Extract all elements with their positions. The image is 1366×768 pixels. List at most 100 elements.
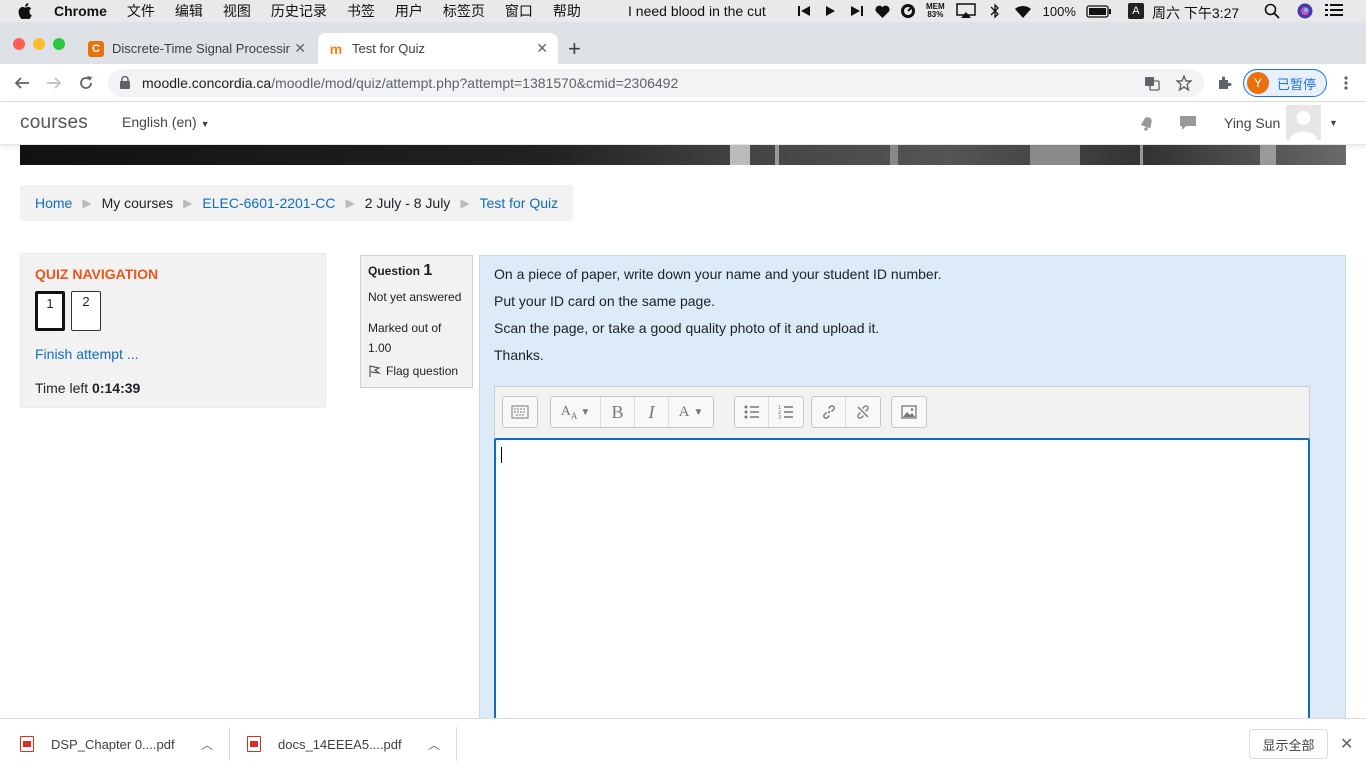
address-bar[interactable]: moodle.concordia.ca/moodle/mod/quiz/atte… xyxy=(108,69,1204,97)
site-name[interactable]: courses xyxy=(20,112,88,134)
italic-icon[interactable]: I xyxy=(635,397,669,427)
chevron-up-icon[interactable]: ︿ xyxy=(428,736,440,753)
breadcrumb-quiz[interactable]: Test for Quiz xyxy=(480,195,559,211)
unlink-icon[interactable] xyxy=(846,397,880,427)
font-color-icon[interactable]: A ▼ xyxy=(669,397,713,427)
time-left-label: Time left xyxy=(35,380,89,396)
question-state: Not yet answered xyxy=(368,290,462,304)
toolbar-group-links xyxy=(811,396,881,428)
battery-icon[interactable] xyxy=(1086,3,1112,19)
airplay-icon[interactable] xyxy=(955,3,977,19)
menu-bookmarks[interactable]: 书签 xyxy=(347,1,375,21)
heart-icon[interactable] xyxy=(874,3,890,19)
chevron-up-icon[interactable]: ︿ xyxy=(201,736,213,753)
profile-avatar: Y xyxy=(1247,72,1269,94)
breadcrumb-home[interactable]: Home xyxy=(35,195,72,211)
toolbar-group-lists: 123 xyxy=(734,396,804,428)
spotlight-search-icon[interactable] xyxy=(1264,3,1280,19)
tab-test-for-quiz[interactable]: m Test for Quiz ✕ xyxy=(318,33,558,64)
chrome-menu-icon[interactable] xyxy=(1336,73,1356,93)
forward-icon[interactable] xyxy=(44,73,64,93)
previous-track-icon[interactable] xyxy=(796,3,812,19)
bookmark-star-icon[interactable] xyxy=(1175,74,1193,92)
menubar-clock[interactable]: 周六 下午3:27 xyxy=(1152,3,1239,23)
user-avatar[interactable] xyxy=(1286,105,1321,140)
next-track-icon[interactable] xyxy=(848,3,864,19)
finish-attempt-link[interactable]: Finish attempt ... xyxy=(35,346,138,362)
flag-question-button[interactable]: Flag question xyxy=(368,364,458,378)
app-name-menu[interactable]: Chrome xyxy=(54,3,107,19)
reload-icon[interactable] xyxy=(76,73,96,93)
url-text[interactable]: moodle.concordia.ca/moodle/mod/quiz/atte… xyxy=(142,75,678,91)
close-downloads-icon[interactable]: ✕ xyxy=(1340,734,1353,754)
menu-tab[interactable]: 标签页 xyxy=(443,1,485,21)
notifications-bell-icon[interactable] xyxy=(1138,114,1156,132)
toolbar-group-media xyxy=(891,396,927,428)
window-close-button[interactable] xyxy=(13,38,25,50)
now-playing-title[interactable]: I need blood in the cut xyxy=(628,3,766,19)
bold-icon[interactable]: B xyxy=(601,397,635,427)
question-nav-button-2[interactable]: 2 xyxy=(71,291,101,331)
question-label: Question xyxy=(368,264,421,278)
control-center-icon[interactable] xyxy=(1325,3,1343,19)
show-more-buttons-icon[interactable] xyxy=(503,397,537,427)
menu-edit[interactable]: 编辑 xyxy=(175,1,203,21)
tab-close-icon[interactable]: ✕ xyxy=(536,40,548,57)
svg-text:3: 3 xyxy=(778,415,781,419)
download-item[interactable]: docs_14EEEA5....pdf ︿ xyxy=(247,719,447,768)
question-info-panel: Question 1 Not yet answered Marked out o… xyxy=(360,255,473,388)
answer-text-area[interactable] xyxy=(494,438,1310,728)
pdf-file-icon xyxy=(20,736,34,752)
window-zoom-button[interactable] xyxy=(53,38,65,50)
menu-help[interactable]: 帮助 xyxy=(553,1,581,21)
time-left: Time left 0:14:39 xyxy=(35,380,140,396)
breadcrumb-my-courses: My courses xyxy=(101,195,174,211)
apple-menu-icon[interactable] xyxy=(18,0,36,22)
pdf-file-icon xyxy=(247,736,261,752)
question-number-value: 1 xyxy=(423,262,433,279)
lock-icon[interactable] xyxy=(120,75,130,94)
language-menu[interactable]: English (en) ▼ xyxy=(122,114,210,130)
profile-button[interactable]: Y 已暂停 xyxy=(1243,69,1327,97)
user-name[interactable]: Ying Sun xyxy=(1224,115,1280,131)
tab-dsp[interactable]: C Discrete-Time Signal Processin ✕ xyxy=(78,33,316,64)
menu-window[interactable]: 窗口 xyxy=(505,1,533,21)
editor-toolbar: AA ▼ B I A ▼ 123 xyxy=(494,386,1310,438)
memory-indicator[interactable]: MEM 83% xyxy=(926,3,945,19)
speed-gauge-icon[interactable] xyxy=(900,3,916,19)
menu-view[interactable]: 视图 xyxy=(223,1,251,21)
messages-icon[interactable] xyxy=(1179,114,1197,132)
tab-close-icon[interactable]: ✕ xyxy=(294,40,306,57)
flag-icon xyxy=(369,365,382,377)
tab-title: Test for Quiz xyxy=(352,41,425,56)
translate-icon[interactable] xyxy=(1144,75,1160,91)
chevron-down-icon: ▼ xyxy=(200,119,210,129)
battery-percent[interactable]: 100% xyxy=(1043,4,1076,19)
link-icon[interactable] xyxy=(812,397,846,427)
course-banner-image xyxy=(20,145,1346,165)
question-nav-button-1[interactable]: 1 xyxy=(35,291,65,331)
menu-file[interactable]: 文件 xyxy=(127,1,155,21)
new-tab-icon[interactable]: + xyxy=(568,36,581,62)
download-item[interactable]: DSP_Chapter 0....pdf ︿ xyxy=(20,719,220,768)
insert-image-icon[interactable] xyxy=(892,397,926,427)
quiz-navigation-block: QUIZ NAVIGATION 1 2 Finish attempt ... T… xyxy=(20,253,326,408)
play-icon[interactable] xyxy=(822,3,838,19)
bluetooth-icon[interactable] xyxy=(987,3,1003,19)
ordered-list-icon[interactable]: 123 xyxy=(769,397,803,427)
question-text-line: Thanks. xyxy=(494,347,544,363)
extensions-icon[interactable] xyxy=(1214,73,1234,93)
back-icon[interactable] xyxy=(12,73,32,93)
window-minimize-button[interactable] xyxy=(33,38,45,50)
input-method-indicator[interactable]: A xyxy=(1127,3,1144,19)
paragraph-styles-icon[interactable]: AA ▼ xyxy=(551,397,601,427)
breadcrumb-course[interactable]: ELEC-6601-2201-CC xyxy=(202,195,335,211)
breadcrumb-separator-icon: ▶ xyxy=(460,196,470,210)
unordered-list-icon[interactable] xyxy=(735,397,769,427)
siri-icon[interactable] xyxy=(1297,3,1313,19)
show-all-downloads-button[interactable]: 显示全部 xyxy=(1249,729,1328,759)
menu-history[interactable]: 历史记录 xyxy=(271,1,327,21)
menu-people[interactable]: 用户 xyxy=(395,1,423,21)
user-menu-caret-icon[interactable]: ▼ xyxy=(1329,118,1338,128)
wifi-icon[interactable] xyxy=(1013,3,1033,19)
